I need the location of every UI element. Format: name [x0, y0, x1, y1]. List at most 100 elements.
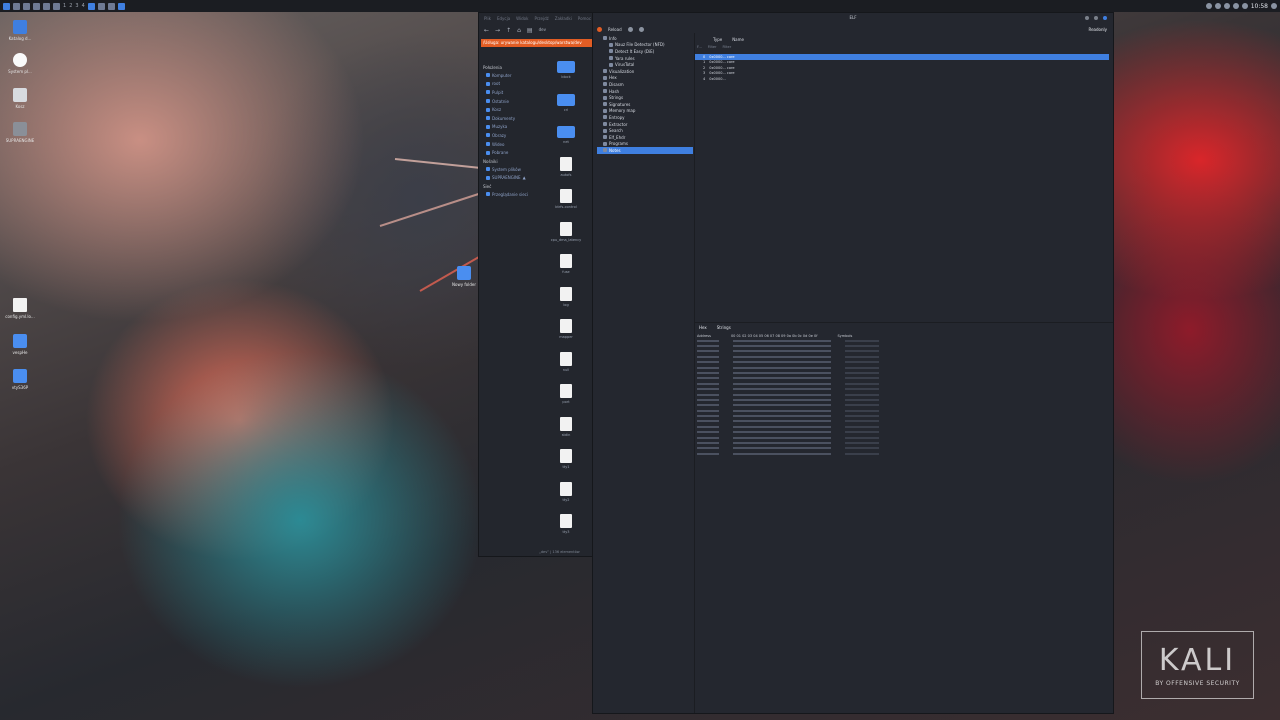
settings-icon[interactable] [53, 2, 60, 10]
sidebar-item[interactable]: Ostatnie [481, 97, 539, 106]
network-icon[interactable] [1205, 3, 1212, 9]
file-item[interactable]: autofs [541, 156, 591, 190]
info-icon[interactable] [638, 27, 644, 32]
menu-help[interactable]: Pomoc [578, 16, 591, 21]
sidebar-item[interactable]: System plików [481, 165, 539, 174]
file-item[interactable]: cpu_dma_latency [541, 221, 591, 255]
sidebar-item[interactable]: Dokumenty [481, 114, 539, 123]
file-item[interactable]: tty3 [541, 514, 591, 547]
kali-menu-icon[interactable] [3, 2, 10, 10]
sidebar-item[interactable]: Kosz [481, 105, 539, 114]
file-item[interactable]: port [541, 384, 591, 417]
maximize-icon[interactable] [1094, 16, 1098, 20]
file-item[interactable]: cri [541, 92, 591, 125]
desktop-icon-folder[interactable]: vtyS36P [2, 369, 38, 390]
lock-icon[interactable] [1241, 3, 1248, 9]
tree-item[interactable]: Programs [597, 141, 693, 148]
back-icon[interactable]: ← [484, 27, 489, 34]
sidebar-item[interactable]: Komputer [481, 71, 539, 80]
tree-item[interactable]: Entropy [597, 114, 693, 121]
desktop-icon-folder[interactable]: vespHe [2, 334, 38, 355]
tree-item[interactable]: Memory map [597, 108, 693, 115]
sidebar-item[interactable]: Pulpit [481, 88, 539, 97]
volume-icon[interactable] [1214, 3, 1221, 9]
taskbar-app-icon[interactable] [97, 2, 105, 10]
sidebar-item[interactable]: Przeglądanie sieci [481, 190, 539, 199]
workspace-2[interactable]: 2 [69, 3, 72, 9]
menu-edit[interactable]: Edycja [497, 16, 510, 21]
filter-field[interactable]: Filter [722, 45, 731, 49]
menu-bookmarks[interactable]: Zakładki [555, 16, 572, 21]
tree-item[interactable]: Info [597, 35, 693, 42]
hex-view[interactable] [695, 339, 1107, 457]
tree-item[interactable]: Signatures [597, 101, 693, 108]
taskbar-app-icon[interactable] [107, 2, 115, 10]
menu-view[interactable]: Widok [516, 16, 528, 21]
desktop-icon-filesystem[interactable]: System pl... [2, 53, 38, 74]
taskbar-folder-icon[interactable] [117, 2, 125, 10]
tab-hex[interactable]: Hex [699, 325, 707, 330]
column-type[interactable]: Type [713, 37, 722, 42]
menu-go[interactable]: Przejdź [534, 16, 548, 21]
up-icon[interactable]: ↑ [506, 27, 511, 34]
workspace-3[interactable]: 3 [75, 3, 78, 9]
minimize-icon[interactable] [1085, 16, 1089, 20]
taskbar-die-icon[interactable] [87, 2, 95, 10]
tree-item[interactable]: Hex [597, 75, 693, 82]
file-item[interactable]: stdin [541, 416, 591, 450]
desktop-icon-drive[interactable]: SUPRAENGINE [2, 122, 38, 143]
battery-icon[interactable] [1232, 3, 1239, 9]
close-icon[interactable] [1103, 16, 1107, 20]
sidebar-item[interactable]: Obrazy [481, 131, 539, 140]
file-item[interactable]: tty2 [541, 481, 591, 515]
file-item[interactable]: tty1 [541, 449, 591, 482]
sidebar-item[interactable]: root [481, 80, 539, 89]
file-item[interactable]: mapper [541, 319, 591, 352]
sidebar-item[interactable]: SUPRAENGINE ▲ [481, 174, 539, 183]
reload-icon[interactable] [597, 27, 602, 32]
tree-item[interactable]: Search [597, 127, 693, 134]
tree-item[interactable]: Detect It Easy (DiE) [597, 48, 693, 55]
sidebar-item[interactable]: Wideo [481, 140, 539, 149]
view-icon[interactable]: ▤ [527, 27, 533, 34]
file-item[interactable]: fuse [541, 254, 591, 287]
desktop-icon-trash[interactable]: Kosz [2, 88, 38, 109]
bell-icon[interactable] [1223, 3, 1230, 9]
tree-item[interactable]: Strings [597, 94, 693, 101]
location-bar[interactable]: /Usługa: urywanie katalogu/desktop/warst… [481, 39, 593, 47]
file-manager-icon[interactable] [23, 2, 30, 10]
browser-icon[interactable] [43, 2, 50, 10]
tree-item[interactable]: Extractor [597, 121, 693, 128]
table-row[interactable]: 4 0x0000... [695, 76, 1109, 82]
terminal-icon[interactable] [33, 2, 40, 10]
file-item[interactable]: block [541, 59, 591, 92]
clock[interactable]: 10:58 [1251, 3, 1268, 10]
eject-icon[interactable]: ▲ [523, 175, 526, 180]
file-item[interactable]: null [541, 351, 591, 385]
filter-field[interactable]: F... [697, 45, 702, 49]
file-item[interactable]: net [541, 124, 591, 157]
tree-item[interactable]: Elf_Ehdr [597, 134, 693, 141]
workspace-1[interactable]: 1 [63, 3, 66, 9]
file-item[interactable]: log [541, 286, 591, 320]
readonly-checkbox[interactable]: Readonly [1088, 27, 1107, 32]
menu-file[interactable]: Plik [484, 16, 491, 21]
column-name[interactable]: Name [732, 37, 744, 42]
show-desktop-icon[interactable] [13, 2, 20, 10]
tree-item[interactable]: Yara rules [597, 55, 693, 62]
tab-strings[interactable]: Strings [717, 325, 731, 330]
tree-item[interactable]: Visualization [597, 68, 693, 75]
desktop-icon-new-folder[interactable]: Nowy folder [446, 266, 482, 287]
tree-item[interactable]: Notes [597, 147, 693, 154]
tree-item[interactable]: Disasm [597, 81, 693, 88]
sidebar-item[interactable]: Pobrane [481, 148, 539, 157]
desktop-icon-home[interactable]: Katalog d... [2, 20, 38, 41]
tree-item[interactable]: VirusTotal [597, 61, 693, 68]
desktop-icon-config[interactable]: config.yml.lo... [2, 298, 38, 319]
tree-item[interactable]: Hash [597, 88, 693, 95]
home-icon[interactable]: ⌂ [517, 27, 521, 34]
forward-icon[interactable]: → [495, 27, 500, 34]
workspace-4[interactable]: 4 [82, 3, 85, 9]
tree-item[interactable]: Nauz File Detector (NFD) [597, 42, 693, 49]
filter-field[interactable]: Filter [708, 45, 717, 49]
